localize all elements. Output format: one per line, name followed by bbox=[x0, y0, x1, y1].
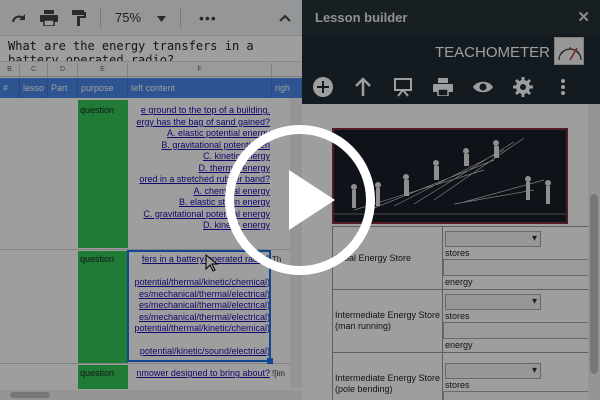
video-overlay[interactable] bbox=[0, 0, 600, 400]
play-icon[interactable] bbox=[225, 125, 375, 275]
play-triangle bbox=[289, 170, 335, 230]
